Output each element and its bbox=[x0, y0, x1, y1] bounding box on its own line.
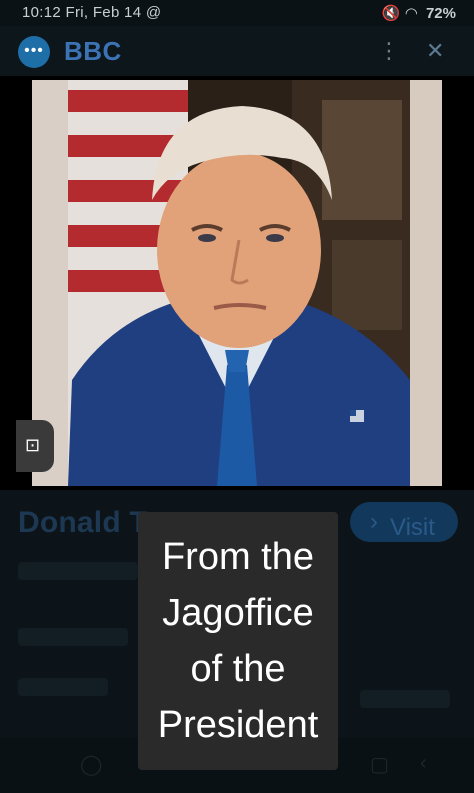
lens-icon[interactable]: ⊡ bbox=[16, 420, 54, 472]
wifi-icon: ◠ bbox=[404, 5, 418, 22]
visit-label: Visit bbox=[390, 514, 435, 541]
status-bar: 10:12 Fri, Feb 14 @ 🔇 ◠ 72% bbox=[0, 0, 474, 26]
status-icons: 🔇 ◠ 72% bbox=[382, 4, 456, 22]
result-snippet-line bbox=[360, 690, 450, 708]
status-date: Fri, Feb 14 bbox=[65, 4, 142, 21]
header-title: BBC bbox=[64, 36, 122, 66]
status-clock: 10:12 bbox=[22, 4, 62, 21]
threads-icon: @ bbox=[145, 4, 162, 21]
visit-button[interactable]: Visit › bbox=[350, 502, 458, 542]
caption-line: of the bbox=[190, 648, 286, 690]
result-snippet-line bbox=[18, 562, 138, 580]
portrait-illustration bbox=[32, 80, 442, 486]
result-snippet-line bbox=[18, 678, 108, 696]
portrait-photo[interactable] bbox=[32, 80, 442, 486]
status-time: 10:12 Fri, Feb 14 @ bbox=[22, 4, 161, 21]
caption-overlay: From the Jagoffice of the President bbox=[138, 512, 338, 770]
caption-line: From the bbox=[161, 536, 315, 578]
more-vert-icon[interactable]: ⋮ bbox=[378, 38, 400, 64]
home-icon[interactable]: ◯ bbox=[80, 752, 102, 777]
caption-line: President bbox=[157, 704, 319, 746]
recents-icon[interactable]: ▢ bbox=[370, 752, 389, 777]
result-snippet-line bbox=[18, 628, 128, 646]
app-header: ••• BBC ⋮ ✕ bbox=[0, 26, 474, 76]
battery-level: 72% bbox=[425, 5, 456, 22]
result-title[interactable]: Donald T bbox=[18, 506, 148, 540]
chat-dots-icon[interactable]: ••• bbox=[18, 36, 50, 68]
image-viewer: ⊡ bbox=[0, 76, 474, 490]
back-icon[interactable]: ‹ bbox=[420, 752, 427, 775]
close-icon[interactable]: ✕ bbox=[426, 38, 444, 64]
caption-line: Jagoffice bbox=[162, 592, 314, 634]
mute-icon: 🔇 bbox=[381, 5, 401, 22]
